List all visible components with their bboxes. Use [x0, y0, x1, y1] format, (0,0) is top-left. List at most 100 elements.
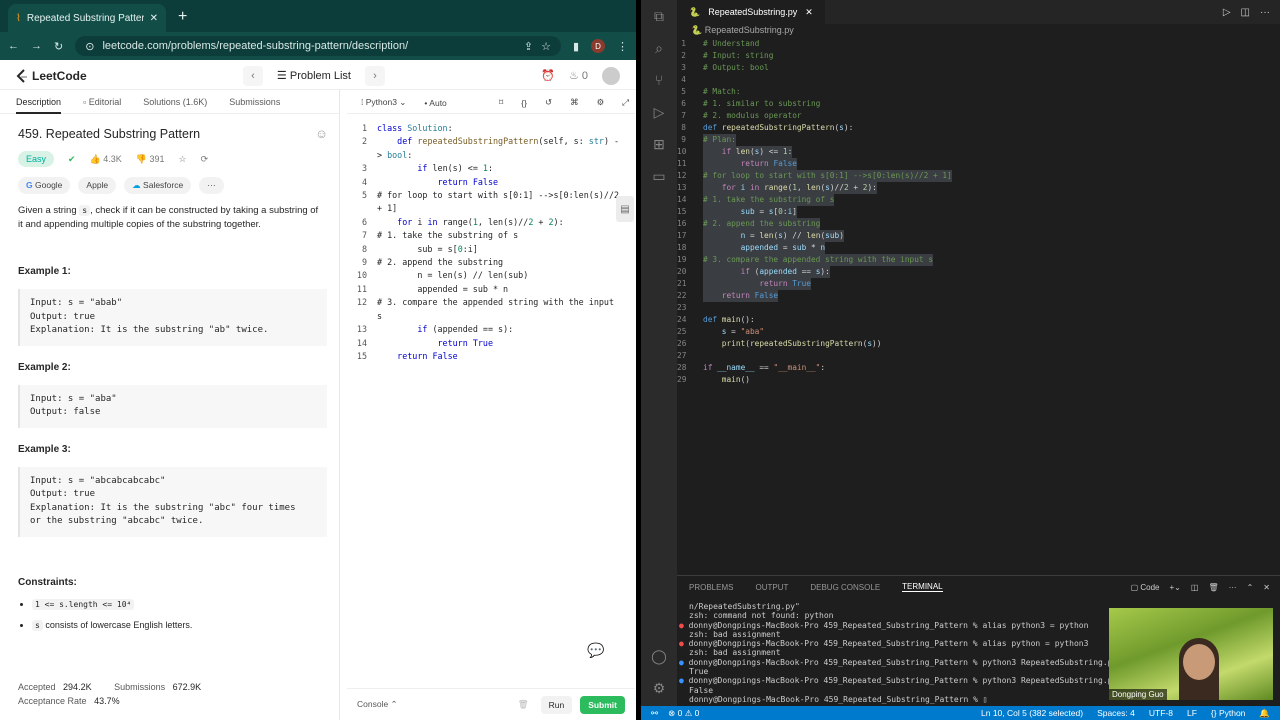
code-line[interactable]: 9 # 2. append the substring	[347, 256, 635, 269]
vscode-code-line[interactable]: 20 if (appended == s):	[677, 266, 1277, 278]
indentation[interactable]: Spaces: 4	[1097, 708, 1135, 719]
command-status-icon[interactable]: ●	[679, 621, 689, 630]
share-icon[interactable]: ⇪	[524, 40, 533, 53]
command-status-icon[interactable]: ●	[679, 658, 689, 667]
shortcut-icon[interactable]: ⌘	[570, 97, 579, 108]
vscode-code-line[interactable]: 10 if len(s) <= 1:	[677, 146, 1277, 158]
close-panel-icon[interactable]: ✕	[1263, 583, 1270, 592]
vscode-code-line[interactable]: 24 def main():	[677, 314, 1277, 326]
leetcode-logo[interactable]: LeetCode	[16, 69, 87, 83]
split-editor-icon[interactable]: ◫	[1241, 7, 1250, 18]
code-line[interactable]: 3 if len(s) <= 1:	[347, 162, 635, 175]
split-terminal-icon[interactable]: ◫	[1191, 583, 1199, 592]
tab-editorial[interactable]: ▫ Editorial	[83, 97, 121, 107]
code-line[interactable]: 14 return True	[347, 337, 635, 350]
vscode-code-line[interactable]: 11 return False	[677, 158, 1277, 170]
line-ending[interactable]: LF	[1187, 708, 1197, 719]
favorite-star-icon[interactable]: ☆	[179, 154, 187, 165]
maximize-panel-icon[interactable]: ⌃	[1247, 583, 1254, 592]
company-chip-apple[interactable]: Apple	[78, 177, 117, 194]
url-field[interactable]: ⊙ leetcode.com/problems/repeated-substri…	[75, 36, 561, 56]
share-icon[interactable]: ⟳	[201, 154, 209, 165]
new-tab-icon[interactable]: +	[178, 8, 187, 26]
vscode-code-line[interactable]: 19 # 3. compare the appended string with …	[677, 254, 1277, 266]
back-icon[interactable]: ←	[8, 40, 19, 52]
vscode-code-line[interactable]: 5 # Match:	[677, 86, 1277, 98]
problem-list-link[interactable]: ☰ Problem List	[277, 69, 351, 82]
vscode-code-line[interactable]: 22 return False	[677, 290, 1277, 302]
run-debug-icon[interactable]: ▷	[641, 96, 677, 128]
panel-tab-output[interactable]: OUTPUT	[755, 583, 788, 592]
company-chip-google[interactable]: G Google	[18, 177, 71, 194]
company-chip-salesforce[interactable]: ☁ Salesforce	[124, 177, 192, 194]
more-actions-icon[interactable]: ···	[1260, 7, 1270, 18]
tab-solutions[interactable]: Solutions (1.6K)	[143, 97, 207, 107]
explorer-icon[interactable]: ⧉	[641, 0, 677, 32]
vscode-code-line[interactable]: 17 n = len(s) // len(sub)	[677, 230, 1277, 242]
vscode-code-line[interactable]: 26 print(repeatedSubstringPattern(s))	[677, 338, 1277, 350]
format-braces-icon[interactable]: {}	[521, 98, 527, 108]
bookmark-star-icon[interactable]: ☆	[541, 40, 551, 53]
notifications-icon[interactable]: 🔔	[1259, 708, 1270, 719]
browser-tab[interactable]: ⌇ Repeated Substring Pattern - L ✕	[8, 4, 166, 32]
user-avatar[interactable]	[601, 66, 620, 85]
vscode-code-line[interactable]: 29 main()	[677, 374, 1277, 386]
vscode-code-line[interactable]: 13 for i in range(1, len(s)//2 + 2):	[677, 182, 1277, 194]
panel-tab-problems[interactable]: PROBLEMS	[689, 583, 733, 592]
vscode-code-line[interactable]: 28 if __name__ == "__main__":	[677, 362, 1277, 374]
command-status-icon[interactable]: ●	[679, 676, 689, 685]
fullscreen-icon[interactable]: ⤢	[622, 97, 629, 108]
language-mode[interactable]: {} Python	[1211, 708, 1246, 719]
chat-icon[interactable]: 💬	[587, 642, 604, 659]
console-toggle[interactable]: Console ⌃	[357, 699, 398, 710]
bookmark-icon[interactable]: ⌑	[499, 97, 503, 108]
browser-menu-icon[interactable]: ⋮	[617, 40, 628, 53]
code-area[interactable]: 1 class Solution: 2 def repeatedSubstringP…	[347, 114, 635, 363]
extensions-icon[interactable]: ⊞	[641, 128, 677, 160]
panel-tab-terminal[interactable]: TERMINAL	[902, 582, 943, 592]
code-line[interactable]: 15 return False	[347, 350, 635, 363]
vscode-code-line[interactable]: 6 # 1. similar to substring	[677, 98, 1277, 110]
vscode-code-line[interactable]: 21 return True	[677, 278, 1277, 290]
code-line[interactable]: 6 for i in range(1, len(s)//2 + 2):	[347, 216, 635, 229]
language-select[interactable]: ⁞ Python3 ⌄	[361, 97, 406, 108]
vscode-code-line[interactable]: 27	[677, 350, 1277, 362]
code-line[interactable]: 1 class Solution:	[347, 122, 635, 135]
smiley-icon[interactable]: ☺	[315, 127, 328, 141]
code-line[interactable]: 2 def repeatedSubstringPattern(self, s: …	[347, 135, 635, 162]
vscode-code-line[interactable]: 3 # Output: bool	[677, 62, 1277, 74]
vscode-code-line[interactable]: 23	[677, 302, 1277, 314]
profile-avatar[interactable]: D	[591, 39, 605, 53]
code-line[interactable]: 13 if (appended == s):	[347, 323, 635, 336]
code-line[interactable]: 8 sub = s[0:i]	[347, 243, 635, 256]
streak-counter[interactable]: ♨ 0	[569, 69, 588, 82]
account-icon[interactable]: ◯	[641, 640, 677, 672]
vscode-code-line[interactable]: 15 sub = s[0:i]	[677, 206, 1277, 218]
close-tab-icon[interactable]: ✕	[805, 7, 813, 18]
vscode-code-line[interactable]: 7 # 2. modulus operator	[677, 110, 1277, 122]
remote-indicator[interactable]: ⚯	[651, 708, 658, 719]
breadcrumb[interactable]: 🐍 RepeatedSubstring.py	[691, 25, 794, 36]
encoding[interactable]: UTF-8	[1149, 708, 1173, 719]
vscode-code-line[interactable]: 9 # Plan:	[677, 134, 1277, 146]
editor-tab[interactable]: 🐍 RepeatedSubstring.py ✕	[677, 0, 825, 24]
vscode-code-line[interactable]: 16 # 2. append the substring	[677, 218, 1277, 230]
vscode-code-line[interactable]: 18 appended = sub * n	[677, 242, 1277, 254]
vscode-code-line[interactable]: 8 def repeatedSubstringPattern(s):	[677, 122, 1277, 134]
reload-icon[interactable]: ↻	[54, 40, 63, 53]
problems-indicator[interactable]: ⊗ 0 ⚠ 0	[668, 708, 699, 719]
code-line[interactable]: 10 n = len(s) // len(sub)	[347, 269, 635, 282]
vscode-code-line[interactable]: 14 # 1. take the substring of s	[677, 194, 1277, 206]
more-icon[interactable]: ···	[1229, 583, 1237, 592]
side-collapse-tab[interactable]: ▤	[616, 196, 634, 222]
vscode-code-line[interactable]: 4	[677, 74, 1277, 86]
autocomplete-mode[interactable]: • Auto	[424, 98, 446, 108]
code-line[interactable]: 11 appended = sub * n	[347, 283, 635, 296]
search-icon[interactable]: ⌕	[641, 32, 677, 64]
command-status-icon[interactable]: ●	[679, 639, 689, 648]
panel-tab-debug-console[interactable]: DEBUG CONSOLE	[810, 583, 880, 592]
submit-button[interactable]: Submit	[580, 695, 625, 714]
prev-problem-button[interactable]: ‹	[242, 65, 263, 86]
forward-icon[interactable]: →	[31, 40, 42, 52]
tab-submissions[interactable]: Submissions	[229, 97, 280, 107]
